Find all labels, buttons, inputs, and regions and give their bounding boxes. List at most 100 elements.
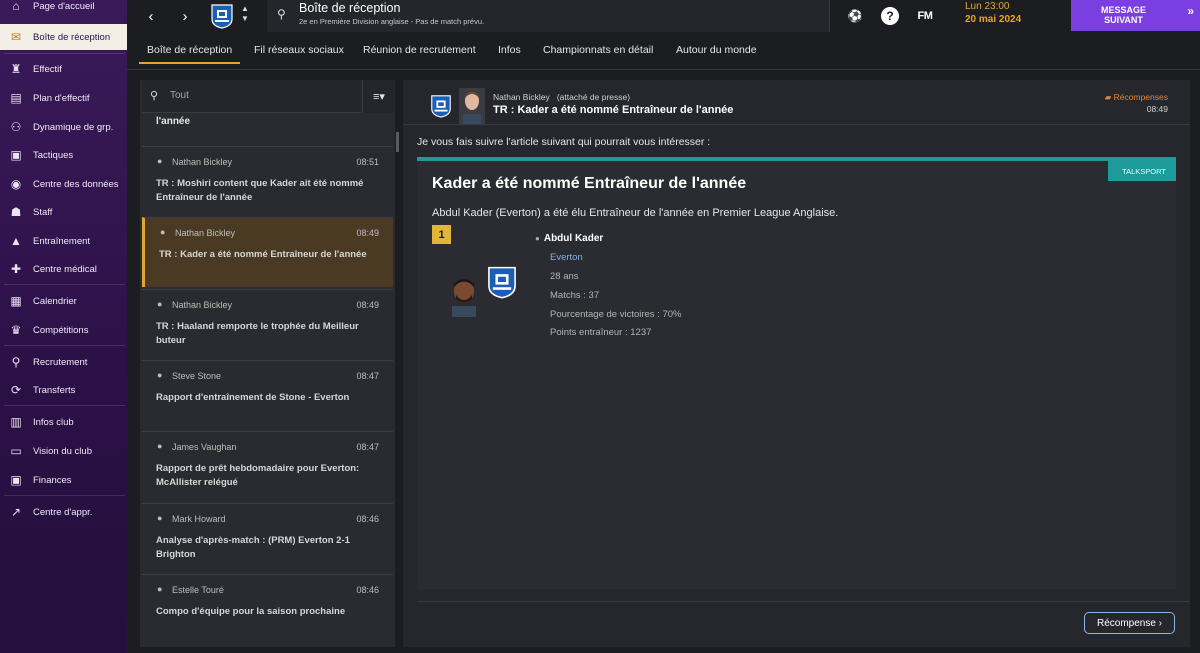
app-root: 6 ⌂ Page d'accueil ✉ Boîte de réception … (0, 0, 1200, 653)
sidebar-item-scouting[interactable]: ⚲ Recrutement (0, 349, 127, 375)
sidebar-item-label: Dynamique de grp. (33, 121, 114, 133)
sidebar-item-club-vision[interactable]: ▭ Vision du club (0, 438, 127, 464)
sidebar-item-calendar[interactable]: ▦ Calendrier (0, 288, 127, 314)
finance-icon: ▣ (10, 473, 22, 487)
filter-menu-button[interactable]: ≡▾ (362, 80, 395, 113)
sidebar-item-squad[interactable]: ♜ Effectif (0, 56, 127, 82)
ball-icon[interactable]: ⚽ (845, 6, 865, 26)
list-item-partial-subject[interactable]: l'année (156, 116, 190, 127)
sidebar-item-medical[interactable]: ✚ Centre médical (0, 256, 127, 282)
tab-league-details[interactable]: Championnats en détail (543, 44, 653, 56)
back-button[interactable]: ‹ (141, 6, 161, 26)
clipboard-icon: ▤ (10, 91, 22, 105)
list-item[interactable]: ● James Vaughan 08:47 Rapport de prêt he… (142, 431, 393, 501)
list-item-selected[interactable]: ● Nathan Bickley 08:49 TR : Kader a été … (142, 217, 393, 287)
sidebar-item-label: Centre d'appr. (33, 506, 93, 518)
message-time: 08:47 (356, 442, 379, 452)
search-input[interactable]: Tout (170, 90, 189, 101)
sidebar-item-club-info[interactable]: ▥ Infos club (0, 409, 127, 435)
fm-logo-icon[interactable]: FM (915, 6, 935, 26)
manager-name[interactable]: ● Abdul Kader (535, 233, 603, 244)
sidebar-divider (4, 495, 125, 496)
sidebar-item-finances[interactable]: ▣ Finances (0, 467, 127, 493)
reward-tag[interactable]: ▰ Récompenses (1105, 92, 1168, 103)
message-sender: Estelle Touré (172, 585, 224, 595)
message-sender: Nathan Bickley (172, 300, 233, 310)
message-title: TR : Kader a été nommé Entraîneur de l'a… (493, 104, 734, 116)
person-icon: ● (157, 584, 163, 594)
message-sender-name[interactable]: Nathan Bickley (493, 92, 550, 102)
page-subtitle: 2e en Première Division anglaise - Pas d… (299, 17, 485, 26)
message-sender-line: Nathan Bickley (attaché de presse) (493, 92, 630, 102)
sidebar-item-development[interactable]: ↗ Centre d'appr. (0, 499, 127, 525)
sidebar-item-tactics[interactable]: ▣ Tactiques (0, 142, 127, 168)
forward-button[interactable]: › (175, 6, 195, 26)
list-search[interactable]: ⚲ Tout (142, 80, 361, 113)
sidebar-item-label: Recrutement (33, 356, 88, 368)
sidebar-item-dynamics[interactable]: ⚇ Dynamique de grp. (0, 114, 127, 140)
manager-age: 28 ans (550, 271, 579, 282)
article-body[interactable]: Abdul Kader (Everton) a été élu Entraîne… (432, 207, 838, 219)
tab-news[interactable]: Infos (498, 44, 521, 56)
manager-club-link[interactable]: Everton (550, 252, 583, 263)
training-icon: ▲ (10, 234, 22, 248)
sidebar-item-data-hub[interactable]: ◉ Centre des données (0, 171, 127, 197)
message-subject: Rapport d'entraînement de Stone - Everto… (156, 392, 350, 403)
sidebar-item-home[interactable]: ⌂ Page d'accueil (0, 0, 127, 19)
help-icon[interactable]: ? (881, 7, 899, 25)
person-icon: ● (157, 370, 163, 380)
message-sender: James Vaughan (172, 442, 237, 452)
chevron-right-icon: › (182, 7, 188, 25)
club-crest-icon[interactable] (485, 265, 519, 299)
sidebar-divider (4, 284, 125, 285)
sidebar-item-staff[interactable]: ☗ Staff (0, 199, 127, 225)
sidebar-item-inbox[interactable]: ✉ Boîte de réception (0, 24, 127, 50)
tab-inbox[interactable]: Boîte de réception (138, 44, 241, 64)
club-switch-arrows[interactable]: ▲ ▼ (241, 4, 249, 24)
search-icon[interactable]: ⚲ (277, 7, 286, 21)
tab-around-the-world[interactable]: Autour du monde (676, 44, 757, 56)
reward-button[interactable]: Récompense › (1084, 612, 1175, 634)
list-item[interactable]: ● Estelle Touré 08:46 Compo d'équipe pou… (142, 574, 393, 644)
list-item[interactable]: ● Steve Stone 08:47 Rapport d'entraîneme… (142, 360, 393, 430)
message-list: ⚲ Tout ≡▾ l'année ● Nathan Bickley 08:51… (140, 80, 395, 647)
tab-recruitment-meeting[interactable]: Réunion de recrutement (363, 44, 476, 56)
sidebar-item-squad-plan[interactable]: ▤ Plan d'effectif (0, 85, 127, 111)
club-crest-icon[interactable] (209, 3, 235, 29)
sidebar-item-transfers[interactable]: ⟳ Transferts (0, 377, 127, 403)
next-message-button[interactable]: MESSAGE SUIVANT » (1071, 0, 1200, 31)
list-item[interactable]: ● Nathan Bickley 08:51 TR : Moshiri cont… (142, 146, 393, 216)
sidebar-item-label: Plan d'effectif (33, 92, 90, 104)
sidebar-item-label: Staff (33, 206, 53, 218)
news-article: TALKSPORT Kader a été nommé Entraîneur d… (417, 157, 1176, 589)
calendar-icon: ▦ (10, 294, 22, 308)
group-icon: ⚇ (10, 120, 22, 134)
sender-avatar[interactable] (459, 88, 485, 124)
manager-avatar[interactable] (447, 273, 481, 317)
club-info-icon: ▥ (10, 415, 22, 429)
home-icon: ⌂ (12, 0, 20, 13)
tab-bar: Boîte de réception Fil réseaux sociaux R… (127, 36, 1200, 70)
double-chevron-right-icon: » (1187, 4, 1194, 18)
article-title: Kader a été nommé Entraîneur de l'année (432, 175, 747, 192)
tab-social-feed[interactable]: Fil réseaux sociaux (254, 44, 344, 56)
next-label-1: MESSAGE (1100, 5, 1146, 15)
trophy-icon: ♛ (10, 323, 22, 337)
message-time: 08:49 (356, 300, 379, 310)
list-item[interactable]: ● Nathan Bickley 08:49 TR : Haaland remp… (142, 289, 393, 359)
sidebar-item-training[interactable]: ▲ Entraînement (0, 228, 127, 254)
message-subject: TR : Moshiri content que Kader ait été n… (156, 178, 364, 203)
game-time: Lun 23:00 (965, 1, 1010, 12)
list-item[interactable]: ● Mark Howard 08:46 Analyse d'après-matc… (142, 503, 393, 573)
manager-matches: Matchs : 37 (550, 290, 600, 301)
message-sender: Nathan Bickley (172, 157, 233, 167)
person-icon: ● (160, 227, 166, 237)
sidebar-item-label: Finances (33, 474, 72, 486)
divider (403, 124, 1190, 125)
sidebar-item-label: Tactiques (33, 149, 74, 161)
person-icon: ● (157, 441, 163, 451)
sidebar-item-competitions[interactable]: ♛ Compétitions (0, 317, 127, 343)
sidebar-item-label: Boîte de réception (33, 31, 111, 43)
menu-icon: ≡▾ (373, 91, 385, 103)
list-scrollbar[interactable] (396, 132, 399, 152)
